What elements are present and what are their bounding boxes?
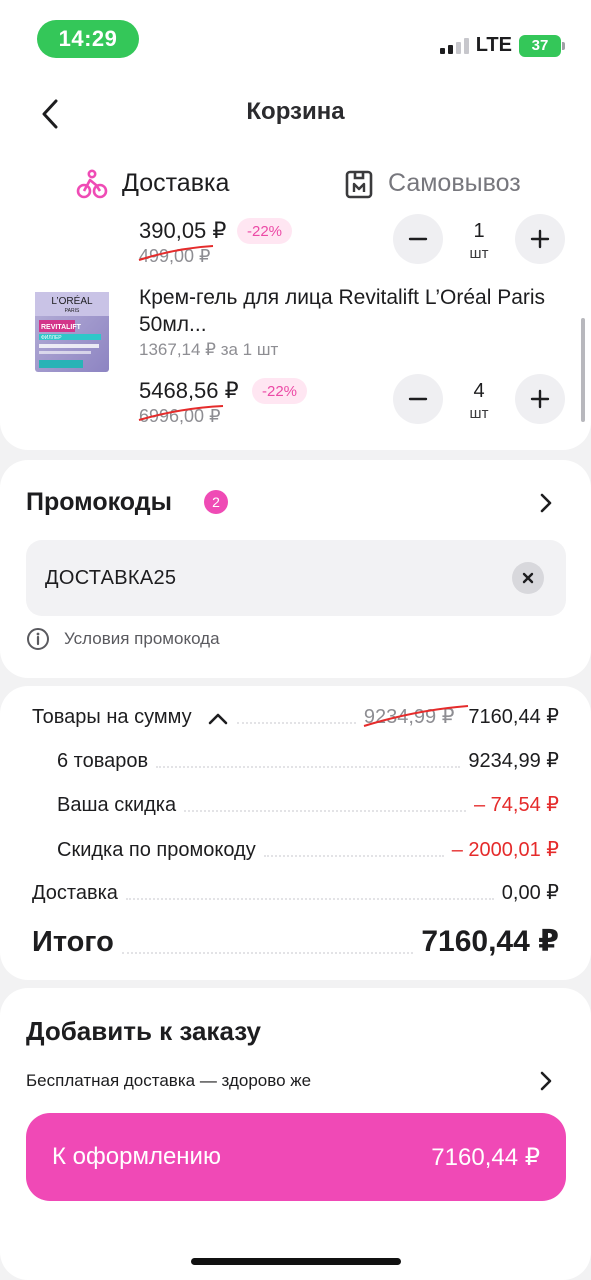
goods-sum-row[interactable]: Товары на сумму 9234,99 ₽ 7160,44 ₽ bbox=[32, 704, 559, 729]
summary-row: 6 товаров 9234,99 ₽ bbox=[57, 748, 559, 773]
leader-dots bbox=[184, 810, 466, 812]
summary-row-label: Скидка по промокоду bbox=[57, 839, 256, 861]
plus-icon bbox=[530, 389, 550, 409]
goods-sum-label: Товары на сумму bbox=[32, 706, 229, 729]
promo-open-button[interactable] bbox=[536, 491, 556, 520]
leader-dots bbox=[263, 855, 444, 857]
product-name[interactable]: Крем-гель для лица Revitalift L’Oréal Pa… bbox=[139, 284, 559, 338]
checkout-label: К оформлению bbox=[52, 1143, 221, 1170]
quantity-value: 1 bbox=[473, 220, 485, 242]
total-value: 7160,44 ₽ bbox=[421, 925, 559, 958]
promo-conditions-label: Условия промокода bbox=[64, 629, 220, 648]
product-line: REVITALIFT bbox=[41, 324, 82, 331]
bicycle-courier-icon bbox=[76, 168, 108, 198]
battery-level: 37 bbox=[531, 37, 549, 54]
summary-row-value: – 74,54 ₽ bbox=[473, 794, 559, 816]
parcel-locker-icon bbox=[345, 170, 373, 198]
goods-sum-label-text: Товары на сумму bbox=[32, 706, 192, 728]
product-brand-sub: PARIS bbox=[65, 308, 80, 314]
free-delivery-text[interactable]: Бесплатная доставка — здорово же bbox=[26, 1071, 311, 1091]
quantity-display: 4 шт bbox=[459, 380, 499, 422]
chevron-right-icon bbox=[540, 1071, 552, 1091]
signal-icon bbox=[439, 37, 469, 54]
leader-dots bbox=[125, 898, 494, 900]
delivery-cost-label: Доставка bbox=[32, 882, 118, 904]
goods-old-sum: 9234,99 ₽ bbox=[363, 704, 468, 729]
increase-qty-button[interactable] bbox=[515, 374, 565, 424]
leader-dots bbox=[237, 722, 356, 724]
product-image[interactable]: L’ORÉAL PARIS REVITALIFT ФИЛЛЕР bbox=[33, 290, 111, 374]
summary-row: Ваша скидка – 74,54 ₽ bbox=[57, 792, 559, 817]
scrollbar[interactable] bbox=[581, 318, 585, 422]
info-icon bbox=[27, 628, 49, 650]
network-type: LTE bbox=[475, 34, 512, 56]
add-to-order-title: Добавить к заказу bbox=[26, 1016, 261, 1046]
top-bar: 14:29 LTE 37 Корзина Доставка Самовывоз bbox=[0, 0, 591, 212]
goods-total: 7160,44 ₽ bbox=[468, 706, 559, 728]
summary-row-value: 9234,99 ₽ bbox=[468, 750, 559, 772]
quantity-unit: шт bbox=[469, 245, 489, 262]
summary-row: Скидка по промокоду – 2000,01 ₽ bbox=[57, 837, 559, 862]
total-row: Итого 7160,44 ₽ bbox=[32, 924, 559, 959]
quantity-unit: шт bbox=[469, 405, 489, 422]
item-old-price: 499,00 ₽ bbox=[138, 245, 214, 267]
increase-qty-button[interactable] bbox=[515, 214, 565, 264]
promo-count-badge: 2 bbox=[204, 490, 228, 514]
discount-badge: -22% bbox=[252, 378, 308, 404]
item-price: 390,05 ₽ bbox=[139, 218, 227, 243]
close-icon bbox=[522, 572, 534, 584]
unit-price: 1367,14 ₽ за 1 шт bbox=[139, 340, 279, 359]
promo-conditions-link[interactable]: Условия промокода bbox=[26, 627, 220, 651]
strikethrough-mark bbox=[138, 245, 214, 261]
tab-delivery-label: Доставка bbox=[122, 169, 230, 197]
home-indicator[interactable] bbox=[191, 1258, 401, 1265]
strikethrough-mark bbox=[363, 705, 468, 727]
summary-row-value: – 2000,01 ₽ bbox=[451, 839, 559, 861]
summary-row-label: Ваша скидка bbox=[57, 794, 177, 816]
tab-pickup-label: Самовывоз bbox=[388, 169, 521, 197]
delivery-cost-value: 0,00 ₽ bbox=[501, 882, 559, 904]
delivery-cost-row: Доставка 0,00 ₽ bbox=[32, 880, 559, 905]
decrease-qty-button[interactable] bbox=[393, 374, 443, 424]
chevron-right-icon bbox=[540, 493, 552, 513]
item-old-price: 6996,00 ₽ bbox=[138, 405, 224, 427]
status-time: 14:29 bbox=[37, 20, 139, 58]
strikethrough-mark bbox=[138, 405, 224, 421]
status-indicators: LTE 37 bbox=[439, 34, 565, 57]
minus-icon bbox=[408, 397, 428, 401]
item-price: 5468,56 ₽ bbox=[139, 378, 239, 403]
page-title: Корзина bbox=[246, 98, 345, 125]
discount-badge: -22% bbox=[237, 218, 293, 244]
battery-icon: 37 bbox=[519, 34, 565, 57]
free-delivery-button[interactable] bbox=[536, 1069, 556, 1098]
promo-code-value: ДОСТАВКА25 bbox=[45, 567, 177, 589]
quantity-display: 1 шт bbox=[459, 220, 499, 262]
product-brand: L’ORÉAL bbox=[51, 294, 93, 307]
promo-title: Промокоды bbox=[26, 488, 172, 516]
checkout-amount: 7160,44 ₽ bbox=[431, 1143, 540, 1171]
plus-icon bbox=[530, 229, 550, 249]
leader-dots bbox=[121, 952, 414, 954]
leader-dots bbox=[156, 766, 461, 768]
decrease-qty-button[interactable] bbox=[393, 214, 443, 264]
checkout-button[interactable]: К оформлению 7160,44 ₽ bbox=[26, 1113, 566, 1201]
total-label: Итого bbox=[32, 926, 114, 958]
quantity-value: 4 bbox=[473, 380, 485, 402]
chevron-up-icon bbox=[208, 713, 228, 725]
minus-icon bbox=[408, 237, 428, 241]
promo-code-field[interactable]: ДОСТАВКА25 bbox=[26, 540, 566, 616]
clear-promo-button[interactable] bbox=[512, 562, 544, 594]
product-tag: ФИЛЛЕР bbox=[41, 335, 62, 341]
summary-row-label: 6 товаров bbox=[57, 750, 149, 772]
